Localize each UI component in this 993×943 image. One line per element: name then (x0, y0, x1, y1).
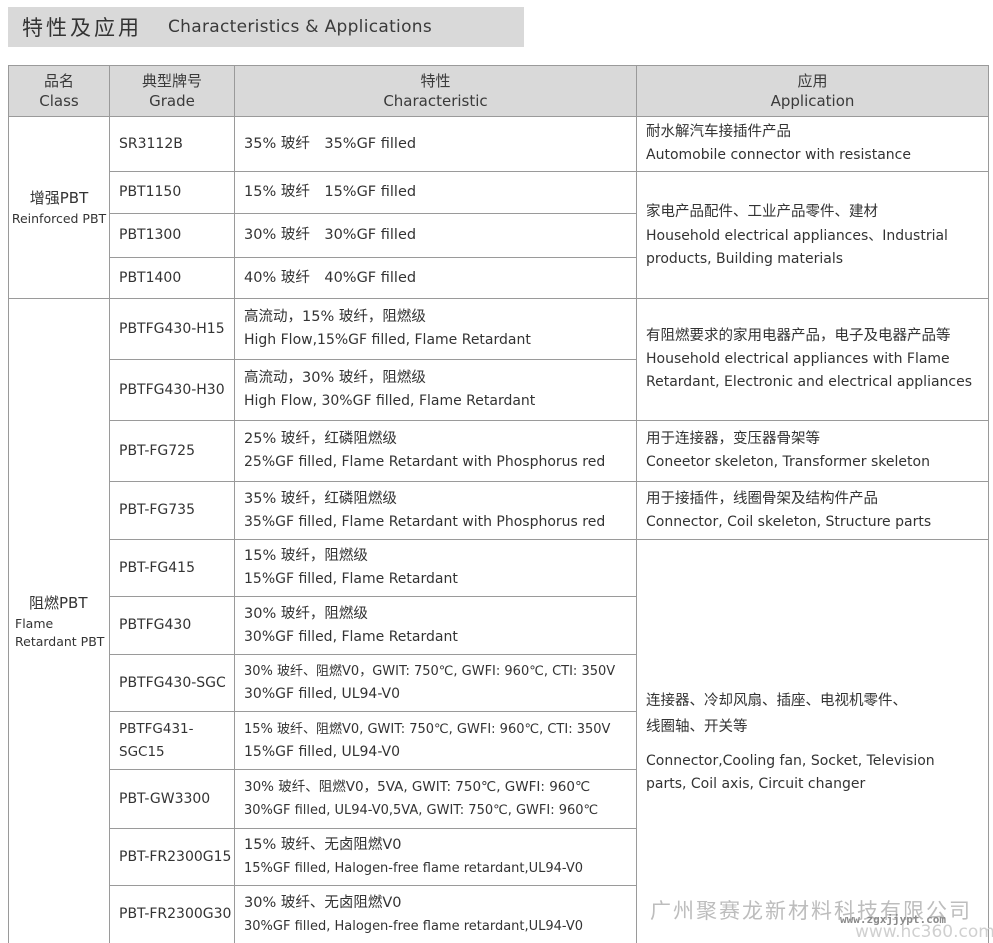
section-header: 特性及应用 Characteristics & Applications (8, 7, 524, 47)
characteristic-cell: 15% 玻纤、阻燃V0, GWIT: 750℃, GWFI: 960℃, CTI… (234, 711, 637, 770)
application-cell: 有阻燃要求的家用电器产品，电子及电器产品等 Household electric… (636, 298, 989, 421)
characteristic-cell: 30% 玻纤、阻燃V0，GWIT: 750℃, GWFI: 960℃, CTI:… (234, 654, 637, 712)
grade-cell: PBT-FG735 (109, 481, 235, 540)
application-cell: 耐水解汽车接插件产品 Automobile connector with res… (636, 116, 989, 172)
table-row: PBT-FG415 15% 玻纤，阻燃级 15%GF filled, Flame… (9, 539, 989, 943)
application-cell: 用于接插件，线圈骨架及结构件产品 Connector, Coil skeleto… (636, 481, 989, 540)
grade-cell: SR3112B (109, 116, 235, 172)
grade-cell: PBTFG431-SGC15 (109, 711, 235, 770)
grade-cell: PBT-FG725 (109, 420, 235, 482)
site-watermark-2: www.hc360.com (855, 922, 993, 942)
characteristic-cell: 30% 玻纤、阻燃V0，5VA, GWIT: 750℃, GWFI: 960℃ … (234, 769, 637, 829)
table-header-row: 品名 Class 典型牌号 Grade 特性 Characteristic 应用 App… (8, 65, 989, 117)
grade-cell: PBTFG430-H30 (109, 359, 235, 421)
grade-cell: PBT1300 (109, 213, 235, 258)
grade-cell: PBTFG430-H15 (109, 298, 235, 360)
characteristic-cell: 15% 玻纤、无卤阻燃V0 15%GF filled, Halogen-free… (234, 828, 637, 886)
table-row: PBT-FG735 35% 玻纤，红磷阻燃级 35%GF filled, Fla… (9, 481, 989, 540)
application-cell: 家电产品配件、工业产品零件、建材 Household electrical ap… (636, 171, 989, 299)
characteristic-cell: 高流动，15% 玻纤，阻燃级 High Flow,15%GF filled, F… (234, 298, 637, 360)
spec-table: 品名 Class 典型牌号 Grade 特性 Characteristic 应用 App… (8, 65, 989, 943)
class-reinforced: 增强PBT Reinforced PBT (8, 116, 110, 299)
grade-cell: PBT-FR2300G15 (109, 828, 235, 886)
characteristic-cell: 25% 玻纤，红磷阻燃级 25%GF filled, Flame Retarda… (234, 420, 637, 482)
characteristic-cell: 40% 玻纤 40%GF filled (234, 257, 637, 299)
characteristic-cell: 15% 玻纤，阻燃级 15%GF filled, Flame Retardant (234, 539, 637, 597)
table-row: 增强PBT Reinforced PBT SR3112B 35% 玻纤 35%G… (8, 116, 989, 299)
col-header-characteristic: 特性 Characteristic (234, 65, 637, 117)
table-row: 阻燃PBT Flame Retardant PBT PBTFG430-H15 高… (8, 298, 989, 943)
characteristic-cell: 35% 玻纤 35%GF filled (234, 116, 637, 172)
col-header-application: 应用 Application (636, 65, 989, 117)
col-header-grade: 典型牌号 Grade (109, 65, 235, 117)
grade-cell: PBT-FR2300G30 (109, 885, 235, 943)
grade-cell: PBT1400 (109, 257, 235, 299)
section-title-en: Characteristics & Applications (168, 17, 433, 37)
grade-cell: PBT1150 (109, 171, 235, 214)
class-flame-retardant: 阻燃PBT Flame Retardant PBT (8, 298, 110, 943)
characteristic-cell: 35% 玻纤，红磷阻燃级 35%GF filled, Flame Retarda… (234, 481, 637, 540)
grade-cell: PBT-GW3300 (109, 769, 235, 829)
characteristic-cell: 30% 玻纤，阻燃级 30%GF filled, Flame Retardant (234, 596, 637, 655)
characteristic-cell: 30% 玻纤、无卤阻燃V0 30%GF filled, Halogen-free… (234, 885, 637, 943)
application-cell: 用于连接器，变压器骨架等 Coneetor skeleton, Transfor… (636, 420, 989, 482)
section-title-cn: 特性及应用 (22, 16, 142, 40)
grade-cell: PBT-FG415 (109, 539, 235, 597)
characteristic-cell: 高流动，30% 玻纤，阻燃级 High Flow, 30%GF filled, … (234, 359, 637, 421)
table-row: PBT1150 15% 玻纤 15%GF filled 家电产品配件、工业产品零… (9, 171, 989, 299)
characteristic-cell: 30% 玻纤 30%GF filled (234, 213, 637, 258)
table-row: PBT-FG725 25% 玻纤，红磷阻燃级 25%GF filled, Fla… (9, 420, 989, 482)
grade-cell: PBTFG430-SGC (109, 654, 235, 712)
characteristic-cell: 15% 玻纤 15%GF filled (234, 171, 637, 214)
col-header-class: 品名 Class (8, 65, 110, 117)
grade-cell: PBTFG430 (109, 596, 235, 655)
application-cell: 连接器、冷却风扇、插座、电视机零件、 线圈轴、开关等 Connector,Coo… (636, 539, 989, 943)
